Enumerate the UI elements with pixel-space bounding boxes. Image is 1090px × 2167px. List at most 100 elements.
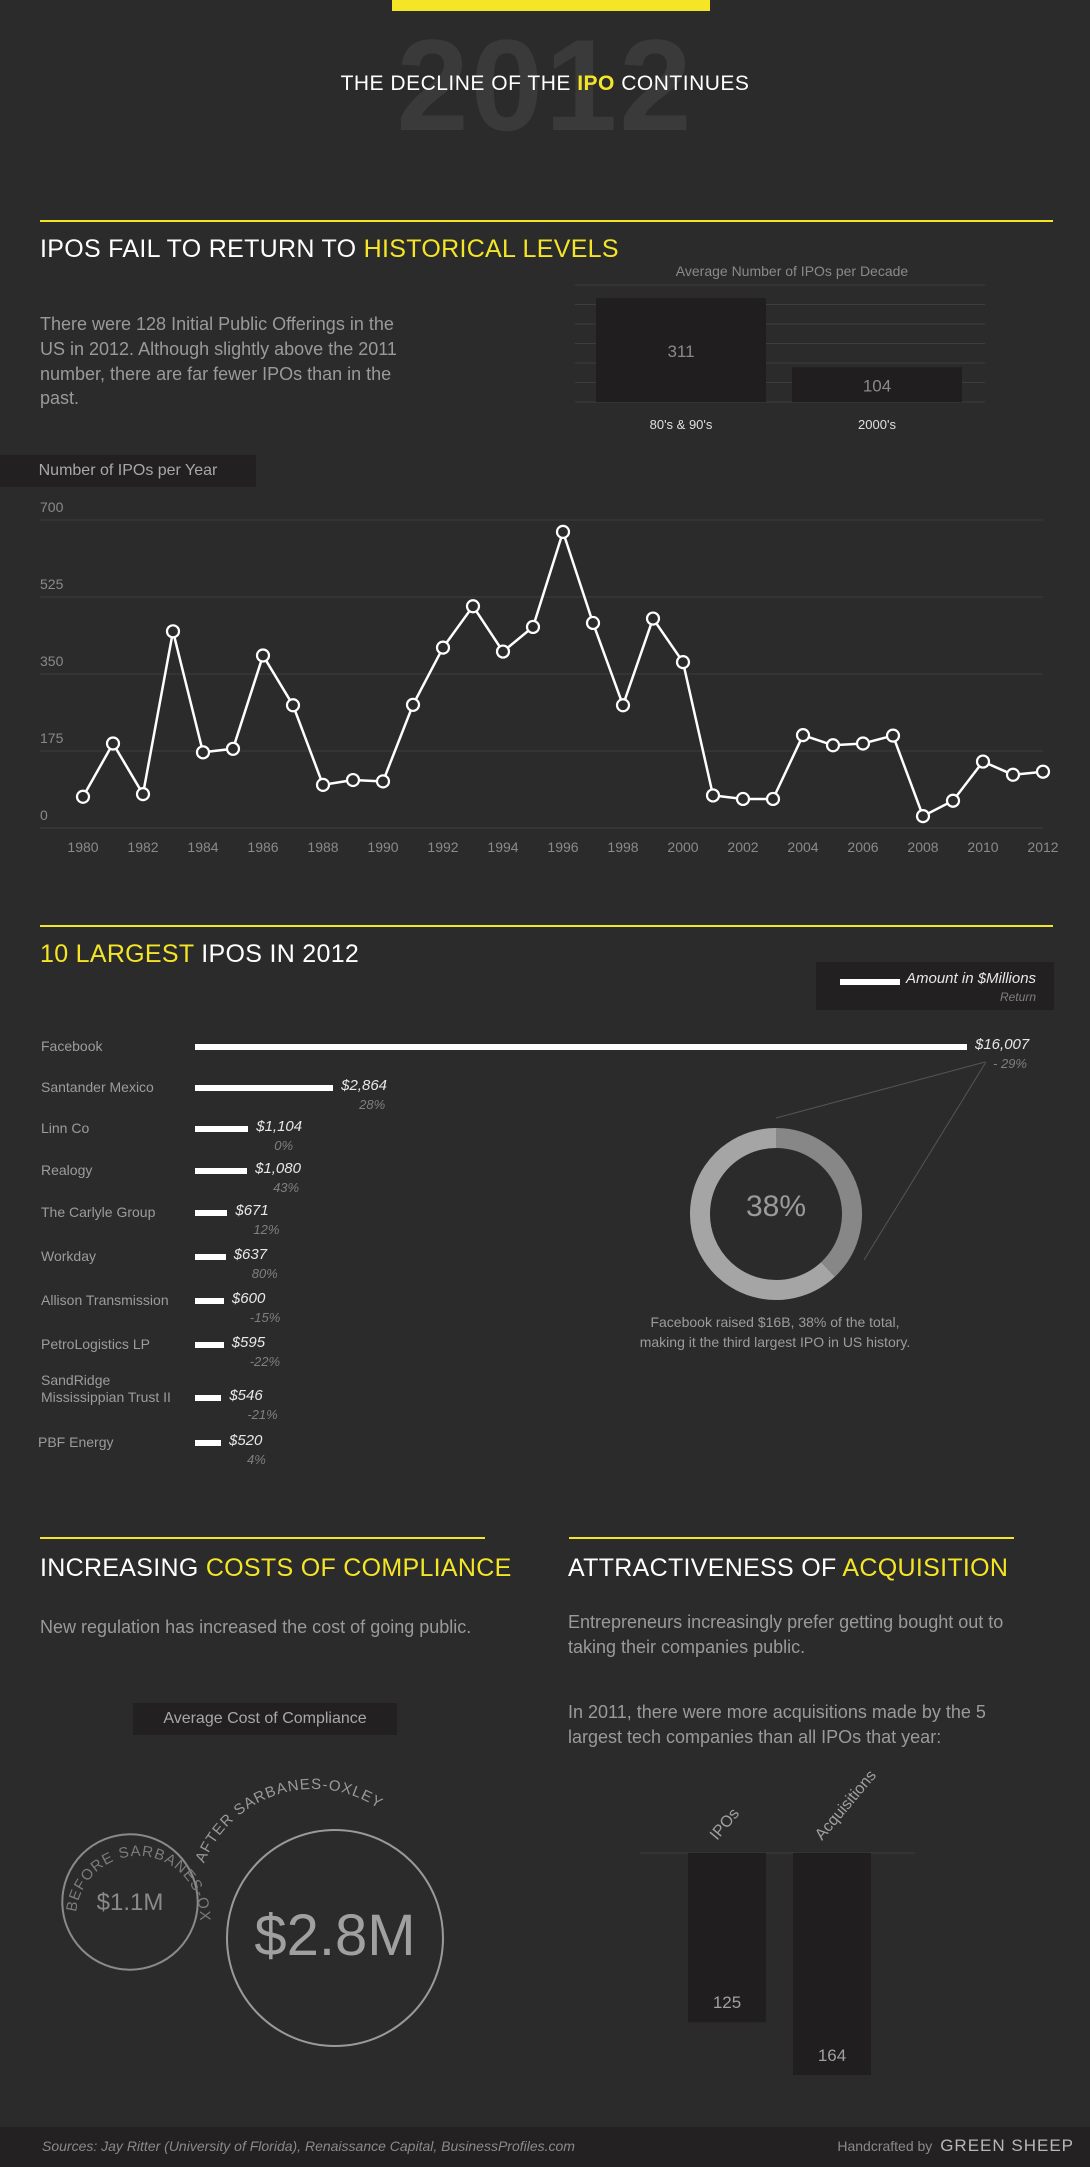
after-sox-label: AFTER SARBANES-OXLEY <box>192 1776 386 1865</box>
acq-bar-value: 125 <box>713 1993 741 2012</box>
ipo-row-bar <box>195 1210 228 1216</box>
legend-bar-swatch <box>840 979 900 985</box>
footer: Sources: Jay Ritter (University of Flori… <box>0 2127 1090 2167</box>
line-y-tick: 0 <box>40 807 48 823</box>
line-point <box>585 615 601 631</box>
acq-bar <box>793 1853 871 2075</box>
line-point <box>975 754 991 769</box>
line-point <box>405 697 421 712</box>
ipo-row-name: PetroLogistics LP <box>41 1336 150 1353</box>
line-point <box>465 599 481 614</box>
acq-bar-category: IPOs <box>707 1805 743 1843</box>
line-point <box>765 791 781 807</box>
line-x-tick: 1998 <box>607 839 638 855</box>
section2-title-post: IPOS IN 2012 <box>194 940 360 968</box>
ipo-row-name-line: The Carlyle Group <box>41 1204 156 1220</box>
ipo-row-return: -22% <box>249 1354 281 1369</box>
section3-title: INCREASING COSTS OF COMPLIANCE <box>40 1554 512 1583</box>
decade-bar-category: 2000's <box>858 417 896 432</box>
line-point <box>675 655 691 670</box>
section1-title-pre: IPOS FAIL TO RETURN TO <box>40 235 364 263</box>
section3-text: New regulation has increased the cost of… <box>40 1617 472 1637</box>
line-point <box>645 611 661 626</box>
line-point <box>705 788 721 803</box>
ipo-row-return: 12% <box>253 1222 280 1237</box>
donut-leader-line-1 <box>775 1061 986 1119</box>
donut-caption-line1: Facebook raised $16B, 38% of the total, <box>650 1314 900 1330</box>
line-point <box>195 745 211 760</box>
line-point <box>315 777 331 792</box>
ipo-row-name-line: Mississippian Trust II <box>41 1388 171 1405</box>
ipo-row-name: PBF Energy <box>38 1434 113 1451</box>
acq-bar-value: 164 <box>818 2046 846 2065</box>
decade-bar-value: 311 <box>667 342 694 361</box>
line-point <box>165 624 181 639</box>
line-point <box>375 774 391 789</box>
ipo-row-name-line: PBF Energy <box>38 1434 114 1450</box>
line-x-tick: 1986 <box>247 839 278 855</box>
ipos-per-year-line-chart: 0175350525700 1980 1982 1984 1986 1988 1990 19… <box>40 499 1059 855</box>
line-point <box>495 644 511 659</box>
section1-title: IPOS FAIL TO RETURN TO HISTORICAL LEVELS <box>40 235 619 264</box>
section4-title-highlight: ACQUISITION <box>842 1554 1009 1582</box>
footer-handcrafted: Handcrafted by <box>837 2138 933 2154</box>
decade-bar-category: 80's & 90's <box>650 417 713 432</box>
line-point <box>795 728 811 743</box>
line-point <box>885 728 901 743</box>
line-point <box>1005 767 1021 782</box>
before-sox-value: $1.1M <box>97 1889 164 1916</box>
ipo-row-return: -15% <box>249 1310 281 1325</box>
section4-title-pre: ATTRACTIVENESS OF <box>568 1554 843 1582</box>
section1-rule <box>40 220 1053 222</box>
ipo-row-amount: $520 <box>229 1432 263 1449</box>
line-x-ticks: 1980 1982 1984 1986 1988 1990 1992 1994 1996 1998… <box>67 839 1058 855</box>
title-pre: THE DECLINE OF THE <box>340 72 578 95</box>
donut-value: 38% <box>746 1190 806 1223</box>
line-x-tick: 1982 <box>127 839 158 855</box>
line-x-tick: 2002 <box>727 839 758 855</box>
ipo-row-bar <box>195 1085 334 1091</box>
line-point <box>1035 764 1051 779</box>
ipo-row-bar <box>195 1440 221 1446</box>
donut-caption-line2: making it the third largest IPO in US hi… <box>639 1333 911 1350</box>
line-point <box>825 738 841 753</box>
line-x-tick: 1994 <box>487 839 518 855</box>
section4-title: ATTRACTIVENESS OF ACQUISITION <box>568 1554 1008 1583</box>
ipo-row-amount: $2,864 <box>341 1077 388 1094</box>
acq-bar-category: Acquisitions <box>812 1767 880 1843</box>
ipo-row-name: Realogy <box>41 1162 92 1179</box>
line-y-tick: 175 <box>40 730 64 746</box>
section4-text2: In 2011, there were more acquisitions ma… <box>568 1702 986 1747</box>
ipo-row-bar <box>195 1168 248 1174</box>
line-x-tick: 1990 <box>367 839 398 855</box>
section2-title-highlight: 10 LARGEST <box>40 940 195 968</box>
line-point <box>105 736 121 751</box>
line-point <box>135 787 151 802</box>
line-point <box>255 648 271 663</box>
ipo-row-name-line: Workday <box>41 1248 96 1264</box>
ipo-row-return: 43% <box>273 1180 300 1195</box>
line-x-tick: 2010 <box>967 839 998 855</box>
ipo-row-amount: $671 <box>235 1202 269 1219</box>
ipo-row-return: 4% <box>247 1452 266 1467</box>
ipo-row-amount: $546 <box>229 1387 263 1404</box>
section2-title: 10 LARGEST IPOS IN 2012 <box>40 940 359 969</box>
ipo-row-amount: $1,104 <box>256 1118 303 1135</box>
ipo-row-bar <box>195 1298 224 1304</box>
legend-amount: Amount in $Millions <box>906 970 1037 987</box>
title-post: CONTINUES <box>614 72 750 95</box>
ipo-row-name-line: Linn Co <box>41 1120 90 1136</box>
ipo-row-amount: $595 <box>231 1334 266 1351</box>
line-point <box>525 619 541 635</box>
ipo-row-bar <box>195 1126 249 1132</box>
ipo-row-name-line: Facebook <box>41 1038 103 1054</box>
line-x-tick: 1980 <box>67 839 98 855</box>
ipo-row-name: Allison Transmission <box>41 1292 169 1309</box>
section3-title-highlight: COSTS OF COMPLIANCE <box>205 1554 512 1582</box>
decade-bar-chart: Average Number of IPOs per Decade 311 80'… <box>575 263 985 432</box>
ipo-row-bar <box>195 1254 226 1260</box>
line-point <box>945 793 961 808</box>
line-x-tick: 1992 <box>427 839 458 855</box>
ipo-row-return: 80% <box>251 1266 278 1281</box>
line-x-tick: 2012 <box>1027 839 1058 855</box>
